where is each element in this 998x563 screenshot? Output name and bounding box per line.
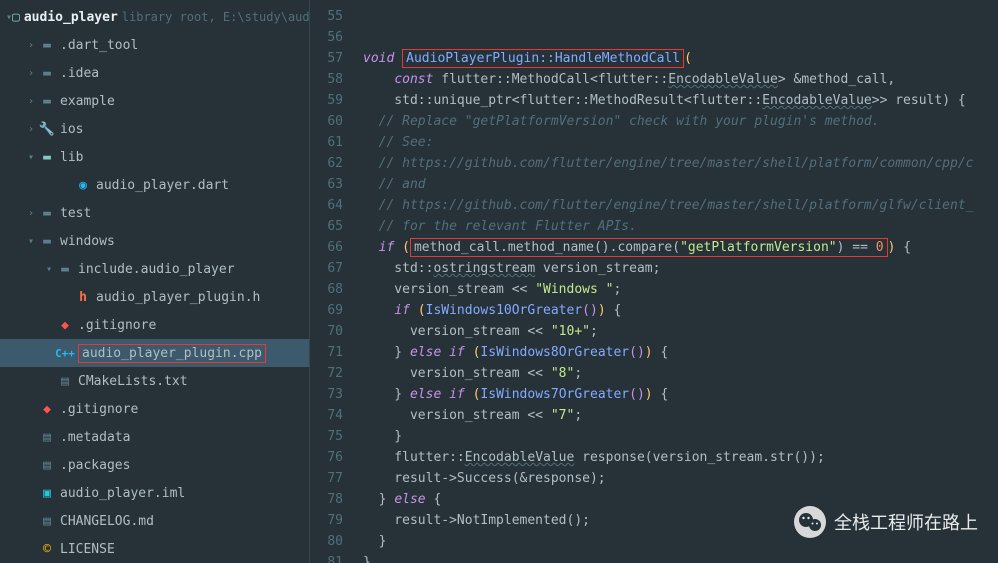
tree-item-label: audio_player_plugin.h (96, 290, 260, 305)
chevron-icon: › (24, 124, 38, 135)
chevron-icon (24, 432, 38, 443)
chevron-icon (42, 348, 56, 359)
tree-item[interactable]: ▤ CMakeLists.txt (0, 367, 309, 395)
tree-item-label: .gitignore (78, 318, 156, 333)
chevron-icon: › (24, 208, 38, 219)
folder-icon: ▬ (38, 38, 56, 53)
license-icon: © (38, 542, 56, 557)
line-gutter: 55 56 57 58 59 60 61 62 63 64 65 66 67 6… (310, 0, 355, 563)
chevron-icon: › (24, 68, 38, 79)
tree-item-label: .dart_tool (60, 38, 138, 53)
tree-item-label: ios (60, 122, 83, 137)
tree-item[interactable]: © LICENSE (0, 535, 309, 563)
tree-item[interactable]: ◉ audio_player.dart (0, 171, 309, 199)
file-icon: ▤ (38, 514, 56, 529)
tree-item-label: audio_player.iml (60, 486, 185, 501)
tree-item[interactable]: ▾▬ lib (0, 143, 309, 171)
tree-item-label: .idea (60, 66, 99, 81)
tree-item[interactable]: ▤ .packages (0, 451, 309, 479)
dart-icon: ◉ (74, 178, 92, 193)
chevron-icon (24, 544, 38, 555)
iml-icon: ▣ (38, 486, 56, 501)
chevron-icon (60, 292, 74, 303)
file-icon: ▤ (56, 374, 74, 389)
tree-item[interactable]: ▾▬ windows (0, 227, 309, 255)
tree-item[interactable]: ◆ .gitignore (0, 311, 309, 339)
project-tree[interactable]: ▾ ▢ audio_player library root, E:\study\… (0, 0, 310, 563)
code-editor[interactable]: 55 56 57 58 59 60 61 62 63 64 65 66 67 6… (310, 0, 998, 563)
tree-item-label: include.audio_player (78, 262, 235, 277)
file-icon: ▤ (38, 458, 56, 473)
tree-item-label: CMakeLists.txt (78, 374, 188, 389)
folder-icon: ▬ (38, 206, 56, 221)
watermark-text: 全栈工程师在路上 (834, 509, 978, 535)
chevron-icon (24, 404, 38, 415)
tree-item[interactable]: ◆ .gitignore (0, 395, 309, 423)
lib-folder-icon: ▬ (38, 150, 56, 165)
chevron-icon: ▾ (24, 152, 38, 163)
tree-item[interactable]: ›▬ test (0, 199, 309, 227)
watermark: 全栈工程师在路上 (794, 506, 978, 538)
chevron-icon: ▾ (24, 236, 38, 247)
tree-item[interactable]: ▣ audio_player.iml (0, 479, 309, 507)
folder-icon: ▬ (38, 94, 56, 109)
chevron-icon (60, 180, 74, 191)
chevron-icon (42, 320, 56, 331)
chevron-icon: › (24, 40, 38, 51)
tree-item[interactable]: ▤ CHANGELOG.md (0, 507, 309, 535)
tree-item-label: .metadata (60, 430, 130, 445)
folder-icon: ▬ (38, 234, 56, 249)
chevron-icon: › (24, 96, 38, 107)
tree-item[interactable]: h audio_player_plugin.h (0, 283, 309, 311)
tree-item-label: test (60, 206, 91, 221)
chevron-icon (24, 460, 38, 471)
tree-item-label: audio_player_plugin.cpp (78, 344, 266, 363)
git-icon: ◆ (56, 318, 74, 333)
chevron-icon (24, 488, 38, 499)
code-content[interactable]: void AudioPlayerPlugin::HandleMethodCall… (355, 0, 998, 563)
folder-root-icon: ▢ (12, 10, 20, 25)
folder-icon: ▬ (56, 262, 74, 277)
tree-item[interactable]: ▾▬ include.audio_player (0, 255, 309, 283)
file-icon: ▤ (38, 430, 56, 445)
tree-item[interactable]: C++ audio_player_plugin.cpp (0, 339, 309, 367)
tree-root[interactable]: ▾ ▢ audio_player library root, E:\study\… (0, 3, 309, 31)
folder-icon: ▬ (38, 66, 56, 81)
wrench-icon: 🔧 (38, 122, 56, 137)
tree-item-label: CHANGELOG.md (60, 514, 154, 529)
tree-item-label: lib (60, 150, 83, 165)
chevron-icon: ▾ (42, 264, 56, 275)
tree-item[interactable]: ›▬ .dart_tool (0, 31, 309, 59)
h-file-icon: h (74, 290, 92, 305)
tree-item[interactable]: ›▬ example (0, 87, 309, 115)
cpp-file-icon: C++ (56, 347, 74, 360)
tree-item-label: example (60, 94, 115, 109)
git-icon: ◆ (38, 402, 56, 417)
tree-item-label: audio_player.dart (96, 178, 229, 193)
tree-item-label: .packages (60, 458, 130, 473)
wechat-icon (794, 506, 826, 538)
tree-item-label: .gitignore (60, 402, 138, 417)
tree-item[interactable]: ›🔧 ios (0, 115, 309, 143)
chevron-icon (24, 516, 38, 527)
root-label: audio_player (24, 10, 118, 25)
root-path-hint: library root, E:\study\audio_play (122, 10, 310, 24)
tree-item[interactable]: ›▬ .idea (0, 59, 309, 87)
tree-item[interactable]: ▤ .metadata (0, 423, 309, 451)
chevron-icon (42, 376, 56, 387)
tree-item-label: LICENSE (60, 542, 115, 557)
tree-item-label: windows (60, 234, 115, 249)
